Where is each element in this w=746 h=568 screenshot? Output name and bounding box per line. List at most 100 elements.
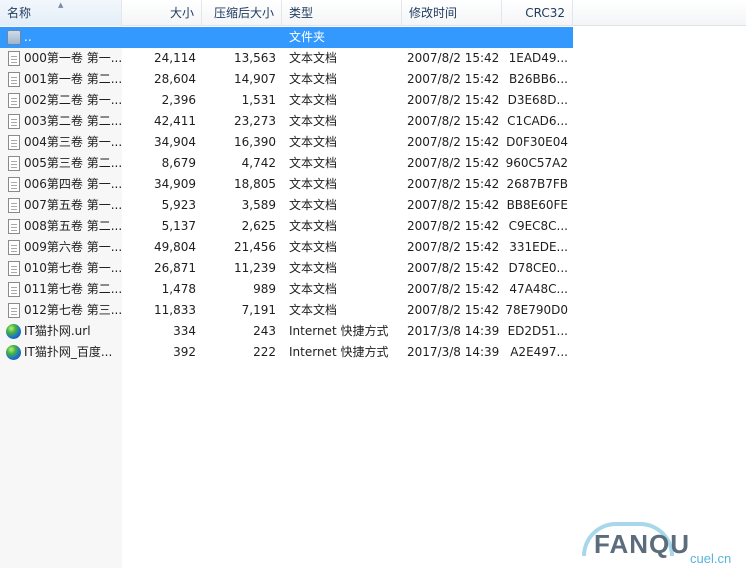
table-row[interactable]: 007第五卷 第一... 5,923 3,589 文本文档 2007/8/2 15:42… [0, 195, 746, 216]
sort-ascending-icon: ▲ [58, 1, 64, 9]
column-header-type[interactable]: 类型 [282, 0, 402, 26]
column-header-crc-label: CRC32 [525, 6, 565, 20]
compressed-size-cell [202, 27, 282, 48]
file-name-label: 004第三卷 第一... [24, 135, 122, 149]
file-type-cell: 文本文档 [289, 114, 338, 128]
crc32-cell: C1CAD6... [507, 114, 568, 128]
table-row[interactable]: .. 文件夹 [0, 27, 573, 48]
text-document-icon [8, 135, 20, 150]
table-row[interactable]: 010第七卷 第一... 26,871 11,239 文本文档 2007/8/2 15:… [0, 258, 746, 279]
compressed-size-cell: 14,907 [234, 72, 276, 86]
crc32-cell [502, 27, 573, 48]
compressed-size-cell: 7,191 [241, 303, 276, 317]
file-name-label: 010第七卷 第一... [24, 261, 122, 275]
table-row[interactable]: 002第二卷 第一... 2,396 1,531 文本文档 2007/8/2 15:42… [0, 90, 746, 111]
crc32-cell: D0F30E04 [506, 135, 568, 149]
column-header-name[interactable]: ▲ 名称 [0, 0, 122, 26]
table-row[interactable]: 004第三卷 第一... 34,904 16,390 文本文档 2007/8/2 15:… [0, 132, 746, 153]
file-name-cell: 008第五卷 第二... [0, 216, 122, 237]
file-name-label: 000第一卷 第一... [24, 51, 122, 65]
internet-shortcut-icon [6, 324, 21, 339]
table-row[interactable]: 009第六卷 第一... 49,804 21,456 文本文档 2007/8/2 15:… [0, 237, 746, 258]
crc32-cell: D78CE0... [508, 261, 568, 275]
table-row[interactable]: 012第七卷 第三... 11,833 7,191 文本文档 2007/8/2 15:4… [0, 300, 746, 321]
compressed-size-cell: 2,625 [241, 219, 276, 233]
file-name-cell: 010第七卷 第一... [0, 258, 122, 279]
modified-time-cell: 2007/8/2 15:42 [407, 93, 500, 107]
file-type-cell: 文本文档 [289, 156, 338, 170]
crc32-cell: C9EC8C... [508, 219, 568, 233]
table-row[interactable]: IT猫扑网_百度... 392 222 Internet 快捷方式 2017/3/8 1… [0, 342, 746, 363]
file-size-cell: 392 [173, 345, 196, 359]
text-document-icon [8, 282, 20, 297]
file-name-label: 009第六卷 第一... [24, 240, 122, 254]
table-row[interactable]: 003第二卷 第二... 42,411 23,273 文本文档 2007/8/2 15:… [0, 111, 746, 132]
file-size-cell: 26,871 [154, 261, 196, 275]
file-type-cell: 文本文档 [289, 303, 338, 317]
column-header-size[interactable]: 大小 [122, 0, 202, 26]
compressed-size-cell: 11,239 [234, 261, 276, 275]
modified-time-cell: 2007/8/2 15:42 [407, 282, 500, 296]
crc32-cell: 47A48C... [509, 282, 568, 296]
column-header-compressed-label: 压缩后大小 [213, 6, 274, 20]
text-document-icon [8, 177, 20, 192]
file-name-label: 012第七卷 第三... [24, 303, 122, 317]
table-row[interactable]: 011第七卷 第二... 1,478 989 文本文档 2007/8/2 15:42 47… [0, 279, 746, 300]
file-name-label: 005第三卷 第二... [24, 156, 122, 170]
modified-time-cell [402, 27, 502, 48]
modified-time-cell: 2007/8/2 15:42 [407, 261, 500, 275]
modified-time-cell: 2007/8/2 15:42 [407, 198, 500, 212]
compressed-size-cell: 23,273 [234, 114, 276, 128]
column-header-crc[interactable]: CRC32 [502, 0, 573, 26]
text-document-icon [8, 114, 20, 129]
column-header-compressed[interactable]: 压缩后大小 [202, 0, 282, 26]
file-type-cell: 文件夹 [289, 30, 326, 44]
table-row[interactable]: 006第四卷 第一... 34,909 18,805 文本文档 2007/8/2 15:… [0, 174, 746, 195]
column-header-modified[interactable]: 修改时间 [402, 0, 502, 26]
modified-time-cell: 2017/3/8 14:39 [407, 345, 500, 359]
crc32-cell: 78E790D0 [505, 303, 568, 317]
folder-up-icon [7, 30, 21, 45]
file-name-cell: 004第三卷 第一... [0, 132, 122, 153]
column-header-type-label: 类型 [289, 6, 314, 20]
compressed-size-cell: 243 [253, 324, 276, 338]
file-name-cell: IT猫扑网_百度... [0, 342, 122, 363]
column-header-size-label: 大小 [169, 6, 194, 20]
compressed-size-cell: 4,742 [241, 156, 276, 170]
file-name-cell: 000第一卷 第一... [0, 48, 122, 69]
file-name-label: 002第二卷 第一... [24, 93, 122, 107]
table-row[interactable]: 008第五卷 第二... 5,137 2,625 文本文档 2007/8/2 15:42… [0, 216, 746, 237]
file-name-cell: 011第七卷 第二... [0, 279, 122, 300]
file-name-cell: IT猫扑网.url [0, 321, 122, 342]
file-type-cell: 文本文档 [289, 93, 338, 107]
text-document-icon [8, 51, 20, 66]
file-size-cell: 24,114 [154, 51, 196, 65]
file-size-cell: 34,909 [154, 177, 196, 191]
table-row[interactable]: 001第一卷 第二... 28,604 14,907 文本文档 2007/8/2 15:… [0, 69, 746, 90]
file-type-cell: 文本文档 [289, 261, 338, 275]
text-document-icon [8, 93, 20, 108]
file-list-view[interactable]: ▲ 名称 大小 压缩后大小 类型 修改时间 CRC32 .. 文件夹 000第一卷 … [0, 0, 746, 568]
table-row[interactable]: IT猫扑网.url 334 243 Internet 快捷方式 2017/3/8 14:… [0, 321, 746, 342]
text-document-icon [8, 72, 20, 87]
file-size-cell: 34,904 [154, 135, 196, 149]
text-document-icon [8, 219, 20, 234]
file-name-label: 008第五卷 第二... [24, 219, 122, 233]
modified-time-cell: 2007/8/2 15:42 [407, 51, 500, 65]
table-row[interactable]: 000第一卷 第一... 24,114 13,563 文本文档 2007/8/2 15:… [0, 48, 746, 69]
file-name-label: 001第一卷 第二... [24, 72, 122, 86]
file-name-cell: 006第四卷 第一... [0, 174, 122, 195]
modified-time-cell: 2007/8/2 15:42 [407, 135, 500, 149]
modified-time-cell: 2007/8/2 15:42 [407, 156, 500, 170]
file-type-cell: 文本文档 [289, 282, 338, 296]
column-header-modified-label: 修改时间 [409, 6, 458, 20]
file-size-cell [122, 27, 202, 48]
compressed-size-cell: 3,589 [241, 198, 276, 212]
text-document-icon [8, 303, 20, 318]
compressed-size-cell: 16,390 [234, 135, 276, 149]
table-row[interactable]: 005第三卷 第二... 8,679 4,742 文本文档 2007/8/2 15:42… [0, 153, 746, 174]
crc32-cell: D3E68D... [507, 93, 568, 107]
file-name-cell: 005第三卷 第二... [0, 153, 122, 174]
file-type-cell: Internet 快捷方式 [289, 345, 389, 359]
file-name-label: 011第七卷 第二... [24, 282, 122, 296]
